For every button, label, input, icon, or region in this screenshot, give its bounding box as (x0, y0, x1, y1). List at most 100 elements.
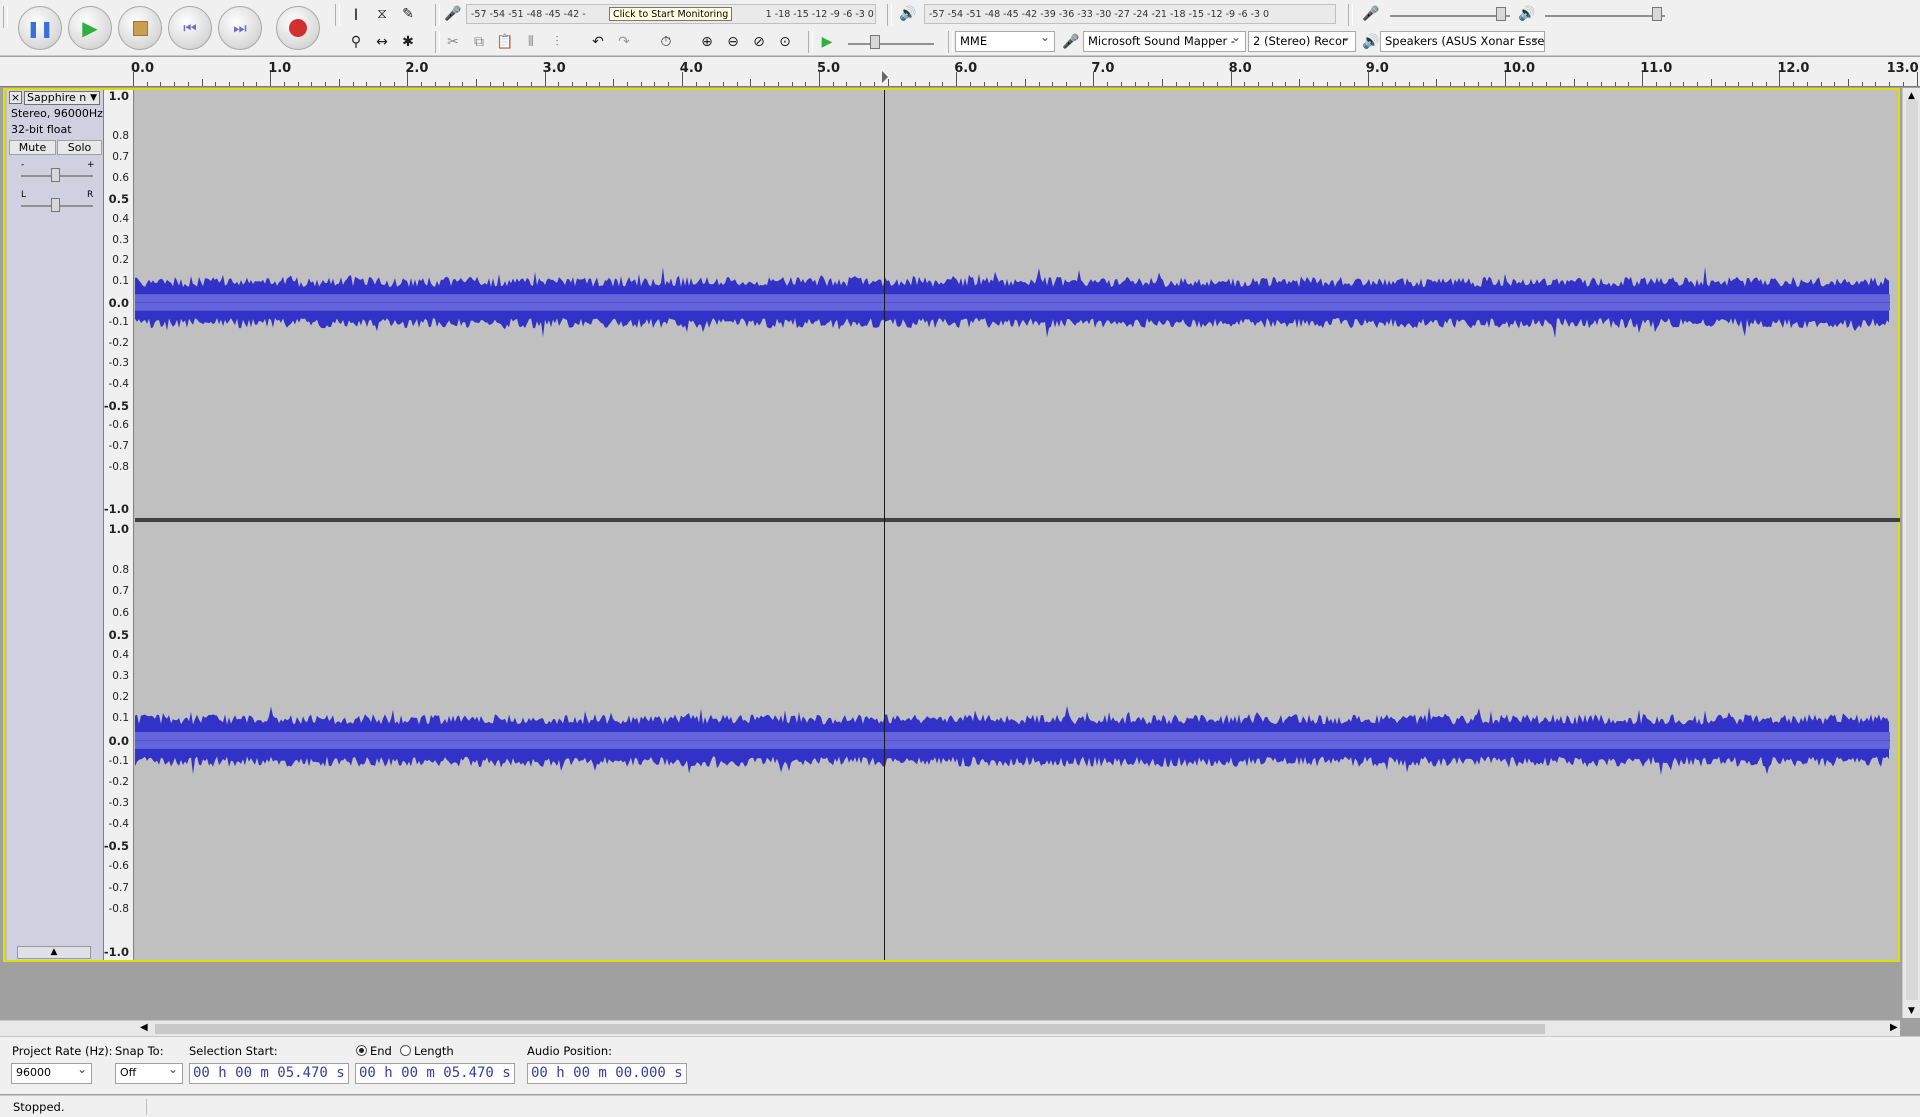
output-device-speaker-icon: 🔊 (1362, 34, 1380, 50)
output-volume-speaker-icon: 🔊 (1518, 6, 1536, 22)
input-channels-select[interactable]: 2 (Stereo) Recor (1248, 31, 1356, 52)
output-volume-slider[interactable] (1545, 15, 1665, 17)
zoom-out-icon[interactable]: ⊖ (722, 31, 744, 53)
silence-icon[interactable]: ⫶ (546, 31, 568, 53)
input-device-select[interactable]: Microsoft Sound Mapper - (1083, 31, 1246, 52)
mute-button[interactable]: Mute (9, 140, 56, 155)
playback-meter-speaker-icon[interactable]: 🔊 (897, 3, 919, 25)
waveform-channel-left[interactable] (135, 90, 1890, 517)
ruler-minor-tick (1669, 82, 1671, 86)
selection-end-time[interactable]: 00 h 00 m 05.470 s (355, 1063, 515, 1084)
ruler-minor-tick (1628, 82, 1630, 86)
close-track-icon[interactable]: × (9, 91, 22, 104)
audio-position-label: Audio Position: (527, 1044, 612, 1058)
vertical-scale-label: 0.2 (112, 254, 129, 267)
record-meter-mic-icon[interactable]: 🎤 (442, 3, 464, 25)
cut-icon[interactable]: ✂ (442, 31, 464, 53)
envelope-tool-icon[interactable]: ⧖ (371, 3, 393, 25)
end-radio[interactable]: End (356, 1044, 392, 1058)
ruler-minor-tick (1340, 82, 1342, 86)
empty-track-area[interactable] (0, 964, 1900, 1020)
ruler-minor-tick (777, 82, 779, 86)
horizontal-scroll-thumb[interactable] (155, 1024, 1545, 1034)
skip-to-end-button[interactable]: ⏭ (218, 6, 262, 50)
edit-cursor-line (884, 90, 885, 960)
zoom-tool-icon[interactable]: ⚲ (345, 31, 367, 53)
project-rate-select[interactable]: 96000 (11, 1062, 92, 1084)
ruler-label: 9.0 (1365, 61, 1389, 76)
pan-thumb[interactable] (51, 198, 60, 212)
output-volume-thumb[interactable] (1652, 7, 1662, 21)
skip-to-start-button[interactable]: ⏮ (168, 6, 212, 50)
toolbar-grip[interactable] (808, 31, 813, 53)
sync-lock-icon[interactable]: ⏱ (655, 31, 677, 53)
track-control-panel[interactable]: × Sapphire n ▼ Stereo, 96000Hz 32-bit fl… (7, 90, 104, 960)
pause-button[interactable]: ❚❚ (18, 6, 62, 50)
solo-button[interactable]: Solo (57, 140, 102, 155)
ruler-label: 3.0 (542, 61, 566, 76)
ruler-label: 10.0 (1503, 61, 1536, 76)
toolbar-grip[interactable] (948, 31, 953, 53)
snap-to-select[interactable]: Off (115, 1062, 183, 1084)
scroll-left-icon[interactable]: ◀ (140, 1022, 148, 1033)
selection-start-time[interactable]: 00 h 00 m 05.470 s (189, 1063, 349, 1084)
input-volume-thumb[interactable] (1496, 7, 1506, 21)
playhead-marker-icon[interactable] (882, 71, 888, 83)
toolbar-grip[interactable] (1348, 4, 1353, 26)
fit-project-icon[interactable]: ⊙ (774, 31, 796, 53)
vertical-scroll-thumb[interactable] (1906, 100, 1918, 1000)
ruler-minor-tick (517, 82, 519, 86)
fit-selection-icon[interactable]: ⊘ (748, 31, 770, 53)
stop-button[interactable] (118, 6, 162, 50)
ruler-minor-tick (503, 82, 505, 86)
ruler-label: 13.0 (1886, 61, 1919, 76)
play-at-speed-slider[interactable] (848, 43, 934, 45)
toolbar-grip[interactable] (3, 6, 8, 28)
audio-track[interactable]: × Sapphire n ▼ Stereo, 96000Hz 32-bit fl… (3, 88, 1900, 962)
length-radio-icon[interactable] (400, 1045, 411, 1056)
input-volume-slider[interactable] (1390, 15, 1510, 17)
playback-meter[interactable]: -57 -54 -51 -48 -45 -42 -39 -36 -33 -30 … (924, 4, 1336, 24)
audio-position-time[interactable]: 00 h 00 m 00.000 s (527, 1063, 687, 1084)
multi-tool-icon[interactable]: ✱ (397, 31, 419, 53)
waveform-channel-right[interactable] (135, 523, 1890, 960)
timeshift-tool-icon[interactable]: ↔ (371, 31, 393, 53)
toolbar-grip[interactable] (335, 4, 340, 26)
trim-icon[interactable]: ⫴ (520, 31, 542, 53)
scroll-right-icon[interactable]: ▶ (1890, 1022, 1898, 1033)
play-button[interactable]: ▶ (68, 6, 112, 50)
draw-tool-icon[interactable]: ✎ (397, 3, 419, 25)
ruler-minor-tick (201, 79, 203, 86)
undo-icon[interactable]: ↶ (587, 31, 609, 53)
toolbar-grip[interactable] (887, 4, 892, 26)
copy-icon[interactable]: ⧉ (468, 31, 490, 53)
collapse-track-icon[interactable]: ▲ (17, 946, 91, 959)
ruler-minor-tick (1450, 82, 1452, 86)
timeline-ruler[interactable]: 0.0 1.0 2.0 3.0 4.0 5.0 6.0 7.0 8.0 9.0 10.0 11.0 12… (0, 57, 1920, 87)
horizontal-scrollbar[interactable]: ◀ ▶ (0, 1020, 1900, 1036)
length-radio[interactable]: Length (400, 1044, 454, 1058)
toolbar-grip[interactable] (435, 4, 440, 26)
input-device-mic-icon: 🎤 (1062, 34, 1080, 50)
vertical-scrollbar[interactable]: ▲ ▼ (1902, 88, 1920, 1018)
redo-icon[interactable]: ↷ (613, 31, 635, 53)
output-device-select[interactable]: Speakers (ASUS Xonar Esse (1380, 31, 1545, 52)
monitor-tooltip[interactable]: Click to Start Monitoring (609, 7, 733, 21)
play-at-speed-icon[interactable]: ▶ (816, 31, 838, 53)
vertical-scale[interactable]: 1.0 0.8 0.7 0.6 0.5 0.4 0.3 0.2 0.1 0.0 -0.1 -0.2 -0… (104, 89, 134, 960)
end-radio-icon[interactable] (356, 1045, 367, 1056)
play-at-speed-thumb[interactable] (870, 35, 880, 49)
ruler-minor-tick (1875, 82, 1877, 86)
gain-thumb[interactable] (51, 168, 60, 182)
audio-host-select[interactable]: MME (955, 31, 1055, 52)
track-name-menu[interactable]: Sapphire n ▼ (24, 91, 100, 105)
vertical-scale-label: -0.7 (108, 881, 130, 894)
ruler-minor-tick (1011, 82, 1013, 86)
record-button[interactable] (276, 6, 320, 50)
scroll-down-icon[interactable]: ▼ (1908, 1006, 1915, 1016)
paste-icon[interactable]: 📋 (494, 31, 516, 53)
ruler-minor-tick (1848, 79, 1849, 86)
selection-tool-icon[interactable]: I (345, 3, 367, 25)
ruler-minor-tick (1299, 79, 1301, 86)
zoom-in-icon[interactable]: ⊕ (696, 31, 718, 53)
